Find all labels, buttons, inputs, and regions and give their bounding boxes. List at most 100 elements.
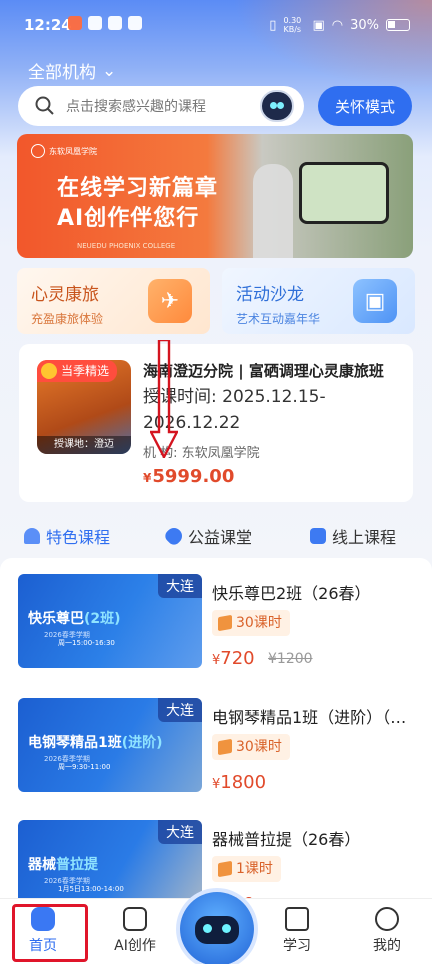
book-icon bbox=[285, 907, 309, 931]
hours-label: 1课时 bbox=[236, 861, 273, 877]
nav-label: AI创作 bbox=[114, 938, 156, 954]
hours-badge: 1课时 bbox=[212, 856, 281, 882]
banner-logo-text: 东软凤凰学院 bbox=[49, 146, 97, 156]
battery-level: 30% bbox=[350, 17, 379, 33]
banner-phone-image bbox=[299, 162, 389, 224]
image-title-highlight: (进阶) bbox=[121, 735, 163, 751]
play-icon bbox=[310, 528, 326, 544]
banner-title-line2: AI创作伴您行 bbox=[57, 206, 200, 231]
banner-title-line1: 在线学习新篇章 bbox=[57, 176, 219, 201]
nav-ai-create[interactable]: AI创作 bbox=[100, 901, 170, 955]
image-title: 器械普拉提 bbox=[28, 854, 98, 874]
hours-badge: 30课时 bbox=[212, 734, 290, 760]
city-badge: 大连 bbox=[158, 820, 202, 844]
search-icon bbox=[35, 96, 54, 115]
college-logo-icon bbox=[31, 144, 45, 158]
nav-label: 我的 bbox=[373, 938, 401, 954]
image-title-highlight: (2班) bbox=[84, 611, 121, 627]
price-value: 5999.00 bbox=[152, 466, 235, 487]
nav-label: 学习 bbox=[283, 938, 311, 954]
banner-logo: 东软凤凰学院 bbox=[31, 144, 97, 158]
nav-study[interactable]: 学习 bbox=[262, 901, 332, 955]
course-list: 大连 快乐尊巴(2班) 2026春季学期 周一15:00-16:30 快乐尊巴2… bbox=[0, 558, 432, 898]
vibrate-icon: ▯ bbox=[269, 17, 277, 33]
hours-label: 30课时 bbox=[236, 739, 282, 755]
image-title-main: 电钢琴精品1班 bbox=[28, 735, 122, 751]
hours-label: 30课时 bbox=[236, 615, 282, 631]
tab-public-welfare[interactable]: 公益课堂 bbox=[162, 524, 253, 548]
sim-icon: ▣ bbox=[312, 17, 325, 33]
image-title: 电钢琴精品1班(进阶) bbox=[28, 732, 163, 752]
location-label: 授课地：澄迈 bbox=[37, 436, 131, 454]
city-badge: 大连 bbox=[158, 574, 202, 598]
ai-video-icon bbox=[123, 907, 147, 931]
app-icon bbox=[88, 16, 102, 30]
tab-label: 特色课程 bbox=[46, 528, 111, 547]
card-wellness-travel[interactable]: 心灵康旅 充盈康旅体验 ✈ bbox=[17, 268, 210, 334]
badge-label: 当季精选 bbox=[61, 364, 110, 378]
image-title-main: 快乐尊巴 bbox=[28, 611, 84, 627]
card-title: 心灵康旅 bbox=[31, 285, 99, 305]
card-activity-salon[interactable]: 活动沙龙 艺术互动嘉年华 ▣ bbox=[222, 268, 415, 334]
course-price: ¥1800 bbox=[212, 772, 266, 793]
course-title: 电钢琴精品1班（进阶）（26春） bbox=[212, 708, 416, 727]
featured-course-price: ¥5999.00 bbox=[143, 466, 234, 487]
hours-badge: 30课时 bbox=[212, 610, 290, 636]
price-value: 720 bbox=[220, 648, 255, 669]
course-image: 大连 快乐尊巴(2班) 2026春季学期 周一15:00-16:30 bbox=[18, 574, 202, 668]
city-badge: 大连 bbox=[158, 698, 202, 722]
status-bar: 12:24 ▯ 0.30 KB/s ▣ ◠ 30% bbox=[0, 0, 432, 50]
image-title: 快乐尊巴(2班) bbox=[28, 608, 121, 628]
card-title: 活动沙龙 bbox=[236, 285, 304, 305]
layers-icon bbox=[218, 860, 232, 878]
category-tabs: 特色课程 公益课堂 线上课程 bbox=[0, 520, 432, 556]
course-title: 快乐尊巴2班（26春） bbox=[212, 584, 371, 603]
status-time: 12:24 bbox=[24, 16, 72, 34]
list-item[interactable]: 大连 电钢琴精品1班(进阶) 2026春季学期 周一9:30-11:00 电钢琴… bbox=[0, 682, 432, 793]
tab-label: 线上课程 bbox=[332, 528, 397, 547]
tab-label: 公益课堂 bbox=[188, 528, 253, 547]
robot-face-icon bbox=[195, 916, 239, 944]
red-box-annotation bbox=[12, 904, 88, 962]
card-subtitle: 艺术互动嘉年华 bbox=[236, 312, 321, 326]
image-time: 周一15:00-16:30 bbox=[58, 639, 115, 647]
layers-icon bbox=[218, 614, 232, 632]
care-mode-button[interactable]: 关怀模式 bbox=[318, 86, 412, 126]
course-price: ¥720 bbox=[212, 648, 255, 669]
leaf-icon bbox=[24, 528, 40, 544]
image-title-main: 器械 bbox=[28, 857, 56, 873]
seasonal-badge: 当季精选 bbox=[37, 360, 118, 382]
app-icon bbox=[108, 16, 122, 30]
robot-assistant-icon[interactable] bbox=[260, 90, 294, 122]
tab-featured[interactable]: 特色课程 bbox=[24, 524, 110, 548]
banner-person-image bbox=[253, 164, 293, 258]
nav-profile[interactable]: 我的 bbox=[352, 901, 422, 955]
chevron-down-icon: ⌄ bbox=[102, 60, 117, 81]
search-placeholder: 点击搜索感兴趣的课程 bbox=[66, 99, 206, 115]
crown-icon bbox=[41, 363, 57, 379]
notification-icons bbox=[68, 16, 142, 30]
search-bar[interactable]: 点击搜索感兴趣的课程 bbox=[18, 86, 304, 126]
price-value: 1800 bbox=[220, 772, 267, 793]
course-title: 器械普拉提（26春） bbox=[212, 830, 361, 849]
battery-icon bbox=[386, 19, 410, 31]
currency-symbol: ¥ bbox=[143, 471, 152, 485]
org-label: 全部机构 bbox=[28, 63, 96, 83]
list-item[interactable]: 大连 器械普拉提 2026春季学期 1月5日13:00-14:00 器械普拉提（… bbox=[0, 804, 432, 898]
ai-robot-button[interactable] bbox=[180, 892, 254, 964]
tab-online[interactable]: 线上课程 bbox=[310, 524, 396, 548]
featured-course-title: 海南澄迈分院 | 富硒调理心灵康旅班 bbox=[143, 362, 384, 380]
featured-course-card[interactable]: 当季精选 授课地：澄迈 海南澄迈分院 | 富硒调理心灵康旅班 授课时间: 202… bbox=[19, 344, 413, 502]
layers-icon bbox=[218, 738, 232, 756]
card-subtitle: 充盈康旅体验 bbox=[31, 312, 104, 326]
org-selector[interactable]: 全部机构 ⌄ bbox=[28, 58, 117, 84]
course-image: 大连 电钢琴精品1班(进阶) 2026春季学期 周一9:30-11:00 bbox=[18, 698, 202, 792]
list-item[interactable]: 大连 快乐尊巴(2班) 2026春季学期 周一15:00-16:30 快乐尊巴2… bbox=[0, 558, 432, 669]
hero-banner[interactable]: 东软凤凰学院 在线学习新篇章 AI创作伴您行 NEUEDU PHOENIX CO… bbox=[17, 134, 413, 258]
original-price: ¥1200 bbox=[268, 651, 313, 667]
red-arrow-annotation bbox=[150, 340, 178, 458]
course-image: 大连 器械普拉提 2026春季学期 1月5日13:00-14:00 bbox=[18, 820, 202, 898]
app-icon bbox=[128, 16, 142, 30]
network-speed: 0.30 KB/s bbox=[283, 16, 302, 34]
gift-icon: ▣ bbox=[353, 279, 397, 323]
